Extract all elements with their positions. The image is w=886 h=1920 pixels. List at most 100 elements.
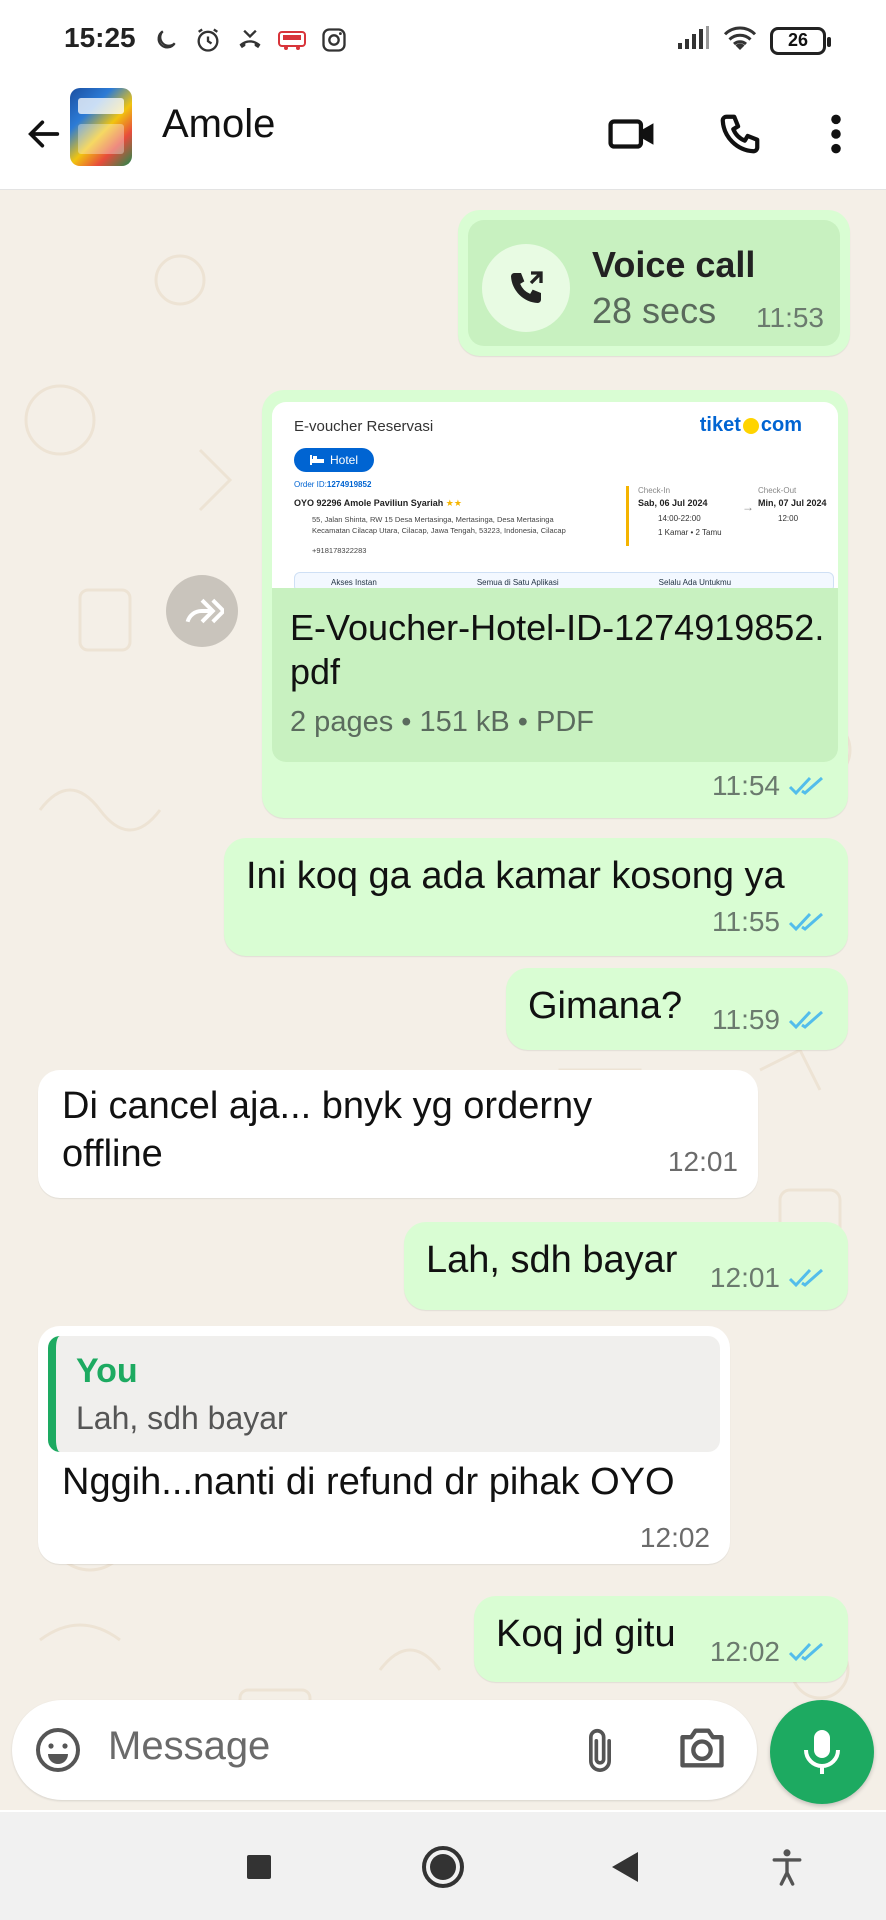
instagram-icon <box>318 24 350 56</box>
message-time: 12:02 <box>709 1636 780 1667</box>
message-meta: 12:01 <box>668 1146 738 1178</box>
moon-icon <box>150 24 182 56</box>
voice-call-message[interactable]: Voice call 28 secs 11:53 <box>458 210 850 356</box>
double-check-icon <box>788 910 826 934</box>
hotel-badge: Hotel <box>294 448 374 472</box>
message-text: Nggih...nanti di refund dr pihak OYO <box>62 1461 675 1503</box>
document-message[interactable]: E-voucher Reservasi tiket com Hotel Orde… <box>262 390 848 818</box>
hotel-phone: +918178322283 <box>312 546 367 555</box>
message-meta: 11:54 <box>712 770 826 802</box>
message-time: 11:55 <box>712 906 780 937</box>
document-info[interactable]: E-Voucher-Hotel-ID-1274919852.pdf 2 page… <box>272 588 838 762</box>
attach-icon[interactable] <box>578 1724 628 1778</box>
forward-button[interactable] <box>166 575 238 647</box>
camera-icon[interactable] <box>676 1724 730 1778</box>
recent-apps-button[interactable] <box>234 1842 284 1892</box>
message-text: Ini koq ga ada kamar kosong ya <box>246 855 785 897</box>
accessibility-icon <box>772 1849 802 1886</box>
checkout-time: 12:00 <box>778 514 799 523</box>
outgoing-message[interactable]: Ini koq ga ada kamar kosong ya 11:55 <box>224 838 848 956</box>
double-check-icon <box>788 1266 826 1290</box>
room-guests: 1 Kamar • 2 Tamu <box>658 528 722 537</box>
signal-icon <box>676 25 710 56</box>
microphone-icon <box>804 1730 840 1774</box>
back-button[interactable] <box>14 104 74 164</box>
quote-text: Lah, sdh bayar <box>76 1400 288 1436</box>
message-time: 11:59 <box>712 1004 780 1035</box>
hotel-name: OYO 92296 Amole Paviliun Syariah ★★ <box>294 498 462 508</box>
document-filename: E-Voucher-Hotel-ID-1274919852.pdf <box>290 607 825 692</box>
quoted-message[interactable]: You Lah, sdh bayar <box>48 1336 720 1452</box>
message-meta: 11:59 <box>712 1004 826 1036</box>
triangle-back-icon <box>612 1852 638 1882</box>
message-meta: 12:01 <box>710 1262 826 1294</box>
system-navigation-bar <box>0 1812 886 1920</box>
checkin-time: 14:00-22:00 <box>658 514 701 523</box>
forward-icon <box>185 598 224 624</box>
voucher-footer: Akses Instan Semua di Satu Aplikasi Sela… <box>294 572 834 588</box>
document-preview[interactable]: E-voucher Reservasi tiket com Hotel Orde… <box>272 402 838 588</box>
video-camera-icon <box>608 119 654 149</box>
checkout-label: Check-Out <box>758 486 797 495</box>
tiket-logo: tiket com <box>699 414 802 436</box>
voucher-title: E-voucher Reservasi <box>294 418 434 435</box>
wifi-icon <box>722 24 758 57</box>
back-nav-button[interactable] <box>600 1842 650 1892</box>
status-system-icons: 26 <box>676 24 831 57</box>
message-text: Di cancel aja... bnyk yg orderny offline <box>62 1085 593 1175</box>
quote-author: You <box>76 1352 138 1390</box>
call-outgoing-icon <box>482 244 570 332</box>
outgoing-message[interactable]: Lah, sdh bayar 12:01 <box>404 1222 848 1310</box>
arrow-right-icon: → <box>742 500 754 514</box>
status-notification-icons <box>150 24 350 56</box>
message-meta: 12:02 <box>640 1522 710 1554</box>
redbus-icon <box>276 24 308 56</box>
more-options-button[interactable] <box>804 102 868 166</box>
video-call-button[interactable] <box>600 102 664 166</box>
message-meta: 11:55 <box>712 906 826 938</box>
emoji-icon[interactable] <box>34 1726 84 1776</box>
home-button[interactable] <box>418 1842 468 1892</box>
message-meta: 12:02 <box>710 1636 826 1668</box>
double-check-icon <box>788 774 826 798</box>
message-text: Lah, sdh bayar <box>426 1239 678 1281</box>
voice-call-button[interactable] <box>708 102 772 166</box>
phone-icon <box>720 114 760 154</box>
avatar[interactable] <box>70 88 132 166</box>
chat-area[interactable]: Voice call 28 secs 11:53 E-voucher Reser… <box>0 190 886 1810</box>
outgoing-message[interactable]: Gimana? 11:59 <box>506 968 848 1050</box>
message-time: 12:01 <box>667 1146 738 1177</box>
outgoing-message[interactable]: Koq jd gitu 12:02 <box>474 1596 848 1682</box>
circle-home-icon <box>422 1846 464 1888</box>
message-time: 12:02 <box>639 1522 710 1553</box>
bed-icon <box>309 455 324 465</box>
message-input[interactable]: Message <box>108 1724 270 1769</box>
document-details: 2 pages • 151 kB • PDF <box>290 706 595 738</box>
missed-call-icon <box>234 24 266 56</box>
arrow-left-icon <box>28 120 60 148</box>
message-input-bar[interactable]: Message <box>12 1700 757 1800</box>
message-text: Gimana? <box>528 985 683 1027</box>
checkout-date: Min, 07 Jul 2024 <box>758 498 827 508</box>
contact-name[interactable]: Amole <box>162 102 275 147</box>
square-icon <box>247 1855 271 1879</box>
order-id: Order ID:1274919852 <box>294 480 372 489</box>
voice-call-title: Voice call <box>592 244 756 285</box>
message-time: 11:53 <box>756 302 824 333</box>
message-text: Koq jd gitu <box>496 1613 676 1655</box>
message-time: 12:01 <box>709 1262 780 1293</box>
alarm-icon <box>192 24 224 56</box>
incoming-reply-message[interactable]: You Lah, sdh bayar Nggih...nanti di refu… <box>38 1326 730 1564</box>
checkin-label: Check-In <box>638 486 671 495</box>
incoming-message[interactable]: Di cancel aja... bnyk yg orderny offline… <box>38 1070 758 1198</box>
checkin-date: Sab, 06 Jul 2024 <box>638 498 708 508</box>
status-bar: 15:25 26 <box>0 0 886 78</box>
battery-indicator: 26 <box>770 26 831 55</box>
double-check-icon <box>788 1640 826 1664</box>
voice-call-card[interactable]: Voice call 28 secs 11:53 <box>468 220 840 346</box>
voice-record-button[interactable] <box>770 1700 874 1804</box>
chat-header: Amole <box>0 78 886 190</box>
voice-call-duration: 28 secs <box>592 290 717 331</box>
accessibility-button[interactable] <box>762 1842 812 1892</box>
more-vertical-icon <box>831 114 841 154</box>
